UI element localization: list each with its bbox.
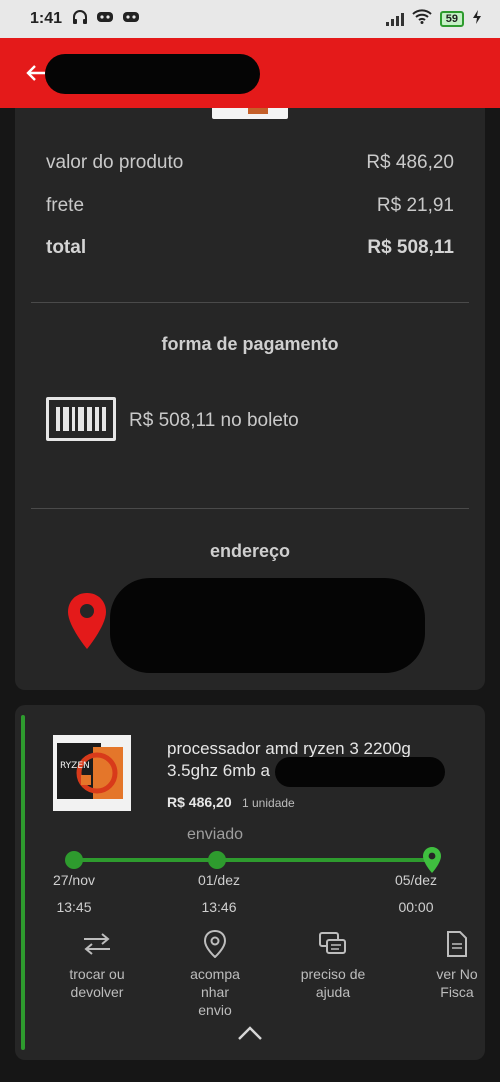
item-quantity: 1 unidade [242, 796, 295, 810]
address-title: endereço [209, 541, 291, 561]
redacted-title [45, 54, 260, 94]
divider [31, 508, 469, 509]
item-price: R$ 486,20 [167, 794, 232, 810]
swap-arrows-icon [52, 929, 142, 959]
track-shipment-button[interactable]: acompa nhar envio [170, 929, 260, 1015]
battery-icon: 59 [439, 11, 464, 27]
action-label: trocar ou [69, 966, 125, 982]
product-value: R$ 486,20 [366, 152, 454, 173]
action-label: preciso de [300, 966, 366, 982]
timeline-date-3: 05/dez [394, 872, 438, 888]
need-help-button[interactable]: preciso de ajuda [288, 929, 378, 1001]
headphones-icon [72, 9, 88, 29]
return-exchange-button[interactable]: trocar ou devolver [52, 929, 142, 1001]
timeline-dot [208, 851, 226, 869]
redacted-product-name [275, 757, 445, 787]
order-item-card[interactable]: RYZEN processador amd ryzen 3 2200g 3.5g… [15, 705, 485, 1060]
discord-icon-2 [122, 10, 140, 28]
action-label: ajuda [315, 984, 351, 1000]
payment-method-text: R$ 508,11 no boleto [129, 410, 299, 431]
order-summary-card: valor do produto R$ 486,20 frete R$ 21,9… [15, 108, 485, 690]
action-label: ver No [436, 966, 478, 982]
status-bar: 1:41 59 [0, 0, 500, 38]
divider [31, 302, 469, 303]
discord-icon [96, 10, 114, 28]
timeline-date-2: 01/dez [197, 872, 241, 888]
shipping-status: enviado [187, 826, 244, 843]
timeline-time-1: 13:45 [56, 899, 92, 915]
product-value-row: valor do produto R$ 486,20 [46, 152, 454, 174]
map-pin-icon [68, 593, 106, 654]
timeline-time-3: 00:00 [398, 899, 434, 915]
timeline-time-2: 13:46 [201, 899, 237, 915]
redacted-address [110, 578, 425, 673]
total-label: total [46, 237, 87, 258]
total-row: total R$ 508,11 [46, 237, 454, 259]
total-value: R$ 508,11 [367, 237, 454, 258]
action-label: nhar [200, 984, 230, 1000]
timeline-date-1: 27/nov [52, 872, 96, 888]
status-accent-bar [21, 715, 25, 1050]
invoice-button-wrapper: ver No Fisca [395, 929, 485, 1019]
product-thumbnail [212, 108, 288, 119]
document-icon [412, 929, 485, 959]
payment-title: forma de pagamento [161, 334, 339, 354]
shipping-row: frete R$ 21,91 [46, 195, 454, 217]
view-invoice-button[interactable]: ver No Fisca [412, 929, 485, 1001]
chevron-up-icon[interactable] [237, 1025, 263, 1046]
action-label: acompa [190, 966, 240, 982]
timeline-dot [65, 851, 83, 869]
svg-text:RYZEN: RYZEN [60, 761, 90, 771]
action-label: devolver [70, 984, 124, 1000]
location-pin-icon [170, 929, 260, 959]
signal-icon [385, 12, 404, 26]
charging-icon [472, 9, 482, 29]
product-image: RYZEN [53, 735, 131, 811]
boleto-barcode-icon [46, 397, 116, 441]
chat-bubbles-icon [288, 929, 378, 959]
product-value-label: valor do produto [46, 152, 184, 173]
action-label: envio [198, 1002, 232, 1015]
status-time: 1:41 [30, 10, 63, 27]
timeline-track [73, 858, 429, 862]
shipping-value: R$ 21,91 [376, 195, 454, 216]
wifi-icon [412, 9, 432, 29]
shipping-label: frete [46, 195, 85, 216]
action-label: Fisca [440, 984, 474, 1000]
